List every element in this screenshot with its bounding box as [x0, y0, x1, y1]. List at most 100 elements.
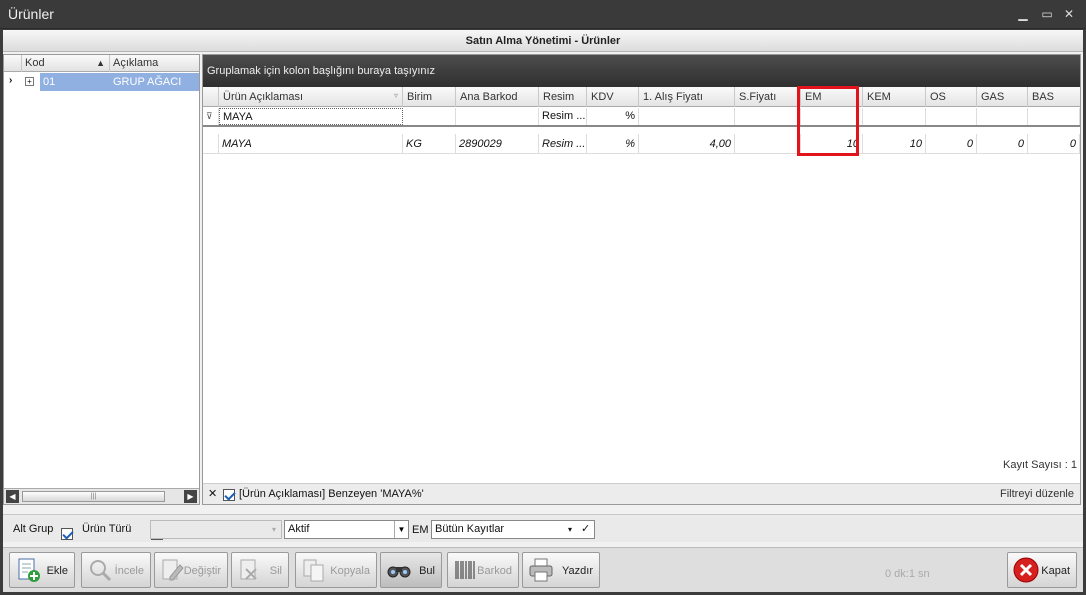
chevron-down-icon[interactable]: ▾ [568, 521, 572, 538]
tree-cell-aciklama: GRUP AĞACI [110, 73, 199, 91]
em-label: EM [412, 524, 429, 536]
edit-icon [162, 559, 184, 581]
scroll-thumb[interactable]: ||| [22, 491, 165, 502]
window-title: Ürünler [8, 6, 54, 22]
kapat-button[interactable]: Kapat [1007, 552, 1077, 588]
barkod-button[interactable]: Barkod [447, 552, 519, 588]
status-select[interactable]: Aktif ▼ [284, 520, 409, 539]
table-row[interactable]: MAYA KG 2890029 Resim ... % 4,00 10 10 0… [203, 134, 1080, 154]
cell-alis[interactable]: 4,00 [639, 134, 735, 154]
urun-turu-label: Ürün Türü [82, 523, 132, 535]
copy-icon [303, 559, 324, 582]
filter-barkod-input[interactable] [456, 108, 539, 125]
alt-grup-checkbox[interactable] [61, 528, 73, 540]
filter-icon[interactable]: ▿ [394, 87, 398, 106]
edit-filter-link[interactable]: Filtreyi düzenle [1000, 484, 1074, 505]
tree-col-aciklama[interactable]: Açıklama [110, 55, 200, 72]
em-highlight-box [797, 86, 859, 156]
expand-icon[interactable]: + [25, 77, 34, 86]
module-title: Satın Alma Yönetimi - Ürünler [3, 30, 1083, 52]
row-indicator [203, 134, 219, 154]
filter-os-input[interactable] [926, 108, 977, 125]
tree-header: Kod ▲ Açıklama [4, 55, 199, 72]
add-document-icon [18, 558, 40, 582]
col-resim[interactable]: Resim [539, 87, 587, 107]
cell-resim[interactable]: Resim ... [539, 134, 587, 154]
cell-gas[interactable]: 0 [977, 134, 1028, 154]
col-os[interactable]: OS [926, 87, 977, 107]
chevron-down-icon[interactable]: ▼ [394, 521, 408, 538]
filter-kdv-input[interactable]: % [587, 108, 639, 125]
cell-kem[interactable]: 10 [863, 134, 926, 154]
col-kdv[interactable]: KDV [587, 87, 639, 107]
filter-sfiyat-input[interactable] [735, 108, 801, 125]
tree-hscrollbar[interactable]: ◀ ||| ▶ [4, 488, 199, 504]
printer-icon [529, 558, 553, 582]
col-gas[interactable]: GAS [977, 87, 1028, 107]
degistir-button[interactable]: Değiştir [154, 552, 228, 588]
elapsed-time: 0 dk:1 sn [885, 568, 930, 580]
yazdir-button[interactable]: Yazdır [522, 552, 600, 588]
cell-barkod[interactable]: 2890029 [456, 134, 539, 154]
grid-header: Ürün Açıklaması ▿ Birim Ana Barkod Resim… [203, 87, 1080, 107]
filter-gas-input[interactable] [977, 108, 1028, 125]
filter-row-icon: ⊽ [203, 108, 219, 125]
scroll-left-icon[interactable]: ◀ [6, 490, 19, 503]
filter-alis-input[interactable] [639, 108, 735, 125]
cell-os[interactable]: 0 [926, 134, 977, 154]
filter-bas-input[interactable] [1028, 108, 1080, 125]
sort-asc-icon: ▲ [96, 58, 105, 68]
sil-button[interactable]: Sil [231, 552, 289, 588]
urun-turu-select[interactable]: ▾ [150, 520, 282, 539]
binoculars-icon [387, 566, 411, 578]
group-by-panel[interactable]: Gruplamak için kolon başlığını buraya ta… [203, 55, 1080, 87]
bul-button[interactable]: Bul [380, 552, 442, 588]
records-select[interactable]: Bütün Kayıtlar ▾ ✓ [431, 520, 595, 539]
barcode-icon [455, 561, 475, 579]
cell-kdv[interactable]: % [587, 134, 639, 154]
alt-grup-label: Alt Grup [13, 523, 54, 535]
kopyala-button[interactable]: Kopyala [295, 552, 377, 588]
grid-indicator-header [203, 87, 219, 107]
record-count: Kayıt Sayısı : 1 [1003, 459, 1077, 471]
cell-sfiyat[interactable] [735, 134, 801, 154]
cell-urun[interactable]: MAYA [219, 134, 403, 154]
check-icon[interactable]: ✓ [581, 521, 590, 538]
col-birim[interactable]: Birim [403, 87, 456, 107]
filter-panel: ✕ [Ürün Açıklaması] Benzeyen 'MAYA%' Fil… [203, 483, 1080, 504]
filter-resim-input[interactable]: Resim ... [539, 108, 587, 125]
filter-enable-checkbox[interactable] [223, 489, 235, 501]
filter-urun-input[interactable]: MAYA [219, 108, 403, 125]
toolbar: Ekle İncele Değiştir Sil Kopyala Bul Bar… [3, 547, 1083, 592]
col-kem[interactable]: KEM [863, 87, 926, 107]
chevron-down-icon: ▾ [271, 525, 276, 534]
close-icon[interactable]: ✕ [1062, 7, 1076, 21]
col-ana-barkod[interactable]: Ana Barkod [456, 87, 539, 107]
col-bas[interactable]: BAS [1028, 87, 1080, 107]
auto-filter-row: ⊽ MAYA Resim ... % [203, 108, 1080, 127]
col-s-fiyati[interactable]: S.Fiyatı [735, 87, 801, 107]
filter-birim-input[interactable] [403, 108, 456, 125]
col-urun-aciklamasi[interactable]: Ürün Açıklaması ▿ [219, 87, 403, 107]
minimize-icon[interactable]: ▁ [1016, 7, 1030, 21]
filter-kem-input[interactable] [863, 108, 926, 125]
main-frame: Satın Alma Yönetimi - Ürünler Kod ▲ Açık… [3, 30, 1083, 592]
cell-bas[interactable]: 0 [1028, 134, 1080, 154]
product-grid: Gruplamak için kolon başlığını buraya ta… [202, 54, 1081, 505]
magnifier-icon [90, 560, 112, 582]
row-indicator-icon: › [9, 75, 13, 86]
window-titlebar: Ürünler [0, 0, 1086, 29]
close-circle-icon [1013, 557, 1039, 583]
incele-button[interactable]: İncele [81, 552, 151, 588]
tree-cell-kod: 01 [40, 73, 110, 91]
tree-row[interactable]: › + 01 GRUP AĞACI [4, 73, 199, 91]
options-bar: Alt Grup Ürün Türü ▾ Aktif ▼ EM Bütün Ka… [3, 514, 1083, 542]
col-alis-fiyati[interactable]: 1. Alış Fiyatı [639, 87, 735, 107]
cell-birim[interactable]: KG [403, 134, 456, 154]
tree-col-kod[interactable]: Kod ▲ [22, 55, 110, 72]
tree-indicator-header [4, 55, 22, 72]
scroll-right-icon[interactable]: ▶ [184, 490, 197, 503]
ekle-button[interactable]: Ekle [9, 552, 75, 588]
maximize-icon[interactable]: ▭ [1040, 7, 1054, 21]
clear-filter-icon[interactable]: ✕ [208, 484, 217, 505]
